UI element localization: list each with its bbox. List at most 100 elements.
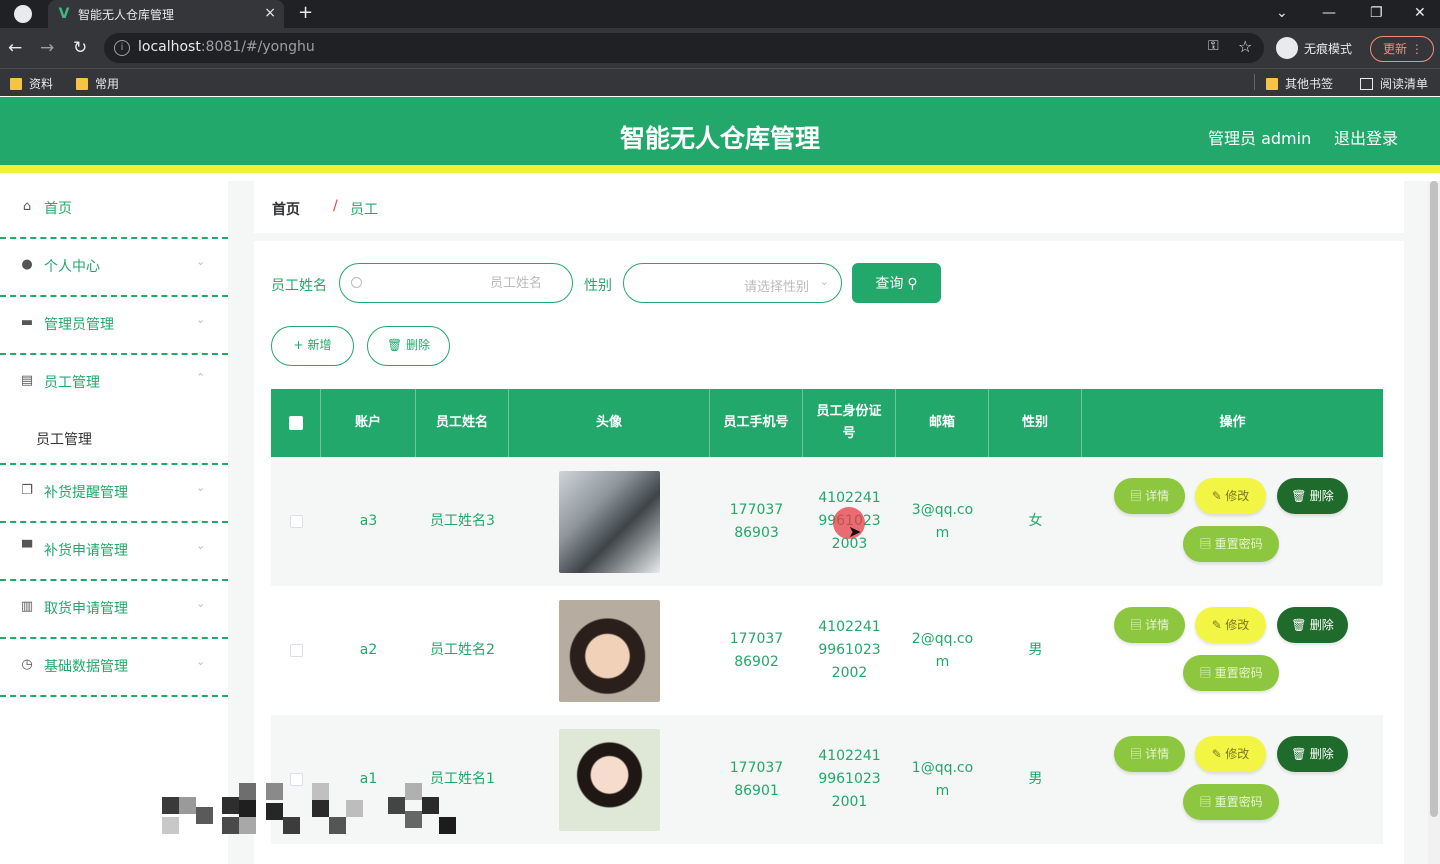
reset-password-button[interactable]: ▤ 重置密码 — [1183, 526, 1279, 562]
copy-icon: ❐ — [21, 483, 33, 498]
table-row: a3 员工姓名3 17703786903 410224199610232003 … — [271, 457, 1383, 586]
gender-cell: 女 — [1028, 513, 1043, 529]
app-header: 智能无人仓库管理 管理员 admin 退出登录 — [0, 97, 1440, 173]
detail-button[interactable]: ▤ 详情 — [1114, 478, 1185, 514]
sidebar-item-home[interactable]: ⌂ 首页 — [0, 181, 228, 239]
edit-button[interactable]: ✎ 修改 — [1195, 607, 1266, 643]
row-checkbox[interactable] — [289, 644, 303, 657]
restore-button[interactable]: ❐ — [1370, 3, 1383, 23]
column-header: 员工姓名 — [416, 389, 509, 457]
edit-button[interactable]: ✎ 修改 — [1195, 736, 1266, 772]
bookmark-folder[interactable]: 资料 — [10, 75, 53, 92]
table-row: a2 员工姓名2 17703786902 410224199610232002 … — [271, 586, 1383, 715]
page-scrollbar[interactable] — [1428, 181, 1440, 864]
folder-icon — [1266, 77, 1278, 90]
browser-tab[interactable]: V 智能无人仓库管理 × — [48, 0, 284, 28]
sidebar-item-admins[interactable]: ▬ 管理员管理 ⌄ — [0, 297, 228, 355]
breadcrumb-home[interactable]: 首页 — [272, 199, 300, 219]
new-tab-button[interactable]: + — [298, 3, 313, 23]
trash-icon: 🗑 — [386, 338, 403, 352]
delete-button[interactable]: 🗑 删除 — [1277, 607, 1348, 643]
batch-delete-button[interactable]: 🗑 删除 — [367, 326, 450, 366]
delete-button[interactable]: 🗑 删除 — [1277, 478, 1348, 514]
address-bar[interactable]: i localhost:8081/#/yonghu ⚿ ☆ — [104, 33, 1264, 63]
row-checkbox[interactable] — [289, 515, 303, 528]
email-cell: 2@qq.com — [911, 630, 974, 670]
forward-icon[interactable]: → — [40, 38, 54, 58]
site-info-icon[interactable]: i — [114, 40, 130, 56]
email-cell: 3@qq.com — [911, 501, 974, 541]
folder-icon — [76, 77, 88, 90]
chart-icon: ▥ — [20, 599, 34, 614]
avatar — [559, 728, 660, 831]
bookmark-divider — [1254, 74, 1255, 90]
bookmarks-bar: 资料 常用 其他书签 阅读清单 — [0, 68, 1440, 96]
mouse-cursor-icon: ➤ — [848, 522, 862, 541]
sidebar-subitem-employee-manage[interactable]: 员工管理 — [0, 411, 228, 461]
password-key-icon[interactable]: ⚿ — [1208, 38, 1219, 54]
query-button[interactable]: 查询 ⚲ — [852, 263, 941, 303]
chevron-up-icon: ⌃ — [196, 371, 206, 384]
breadcrumb-current: 员工 — [350, 202, 378, 218]
name-search-input[interactable] — [339, 263, 573, 303]
breadcrumb: 首页 / 员工 — [254, 181, 1404, 233]
reading-list[interactable]: 阅读清单 — [1360, 75, 1428, 92]
edit-button[interactable]: ✎ 修改 — [1195, 478, 1266, 514]
scrollbar-thumb[interactable] — [1430, 181, 1438, 817]
column-header: 员工身份证号 — [803, 389, 896, 457]
detail-button[interactable]: ▤ 详情 — [1114, 736, 1185, 772]
sidebar-item-restock-request[interactable]: ▀ 补货申请管理 ⌄ — [0, 523, 228, 581]
reload-icon[interactable]: ↻ — [73, 38, 87, 58]
browser-toolbar: ← → ↻ i localhost:8081/#/yonghu ⚿ ☆ 无痕模式… — [0, 28, 1440, 68]
plus-icon: + — [293, 338, 304, 352]
chevron-down-icon: ⌄ — [196, 655, 206, 668]
incognito-indicator: 无痕模式 — [1276, 36, 1352, 60]
sidebar-item-pickup-request[interactable]: ▥ 取货申请管理 ⌄ — [0, 581, 228, 639]
chevron-down-icon: ⌄ — [196, 539, 206, 552]
reset-password-button[interactable]: ▤ 重置密码 — [1183, 655, 1279, 691]
avatar — [559, 599, 660, 702]
briefcase-icon: ▬ — [20, 315, 34, 330]
home-icon: ⌂ — [22, 199, 32, 214]
clipboard-icon: ▤ — [20, 373, 34, 388]
url-text: localhost:8081/#/yonghu — [138, 39, 315, 55]
table-header: 账户 员工姓名 头像 员工手机号 员工身份证号 邮箱 性别 操作 — [271, 389, 1383, 457]
detail-button[interactable]: ▤ 详情 — [1114, 607, 1185, 643]
search-icon — [351, 277, 362, 288]
bookmark-star-icon[interactable]: ☆ — [1238, 37, 1252, 56]
tab-search-icon[interactable]: ⌄ — [1276, 3, 1288, 23]
phone-cell: 17703786903 — [729, 501, 784, 541]
bookmark-folder[interactable]: 其他书签 — [1266, 75, 1333, 92]
close-window-button[interactable]: ✕ — [1414, 3, 1426, 23]
logout-link[interactable]: 退出登录 — [1334, 125, 1398, 149]
column-header: 员工手机号 — [710, 389, 803, 457]
vue-favicon-icon: V — [58, 6, 70, 22]
sidebar-item-base-data[interactable]: ◷ 基础数据管理 ⌄ — [0, 639, 228, 697]
delete-button[interactable]: 🗑 删除 — [1277, 736, 1348, 772]
sidebar-item-personal[interactable]: ● 个人中心 ⌄ — [0, 239, 228, 297]
name-cell: 员工姓名2 — [430, 642, 495, 658]
pixelated-watermark — [162, 783, 464, 841]
id-card-cell: 410224199610232001 — [818, 748, 881, 810]
bookmark-folder[interactable]: 常用 — [76, 75, 119, 92]
user-icon: ● — [21, 257, 33, 272]
minimize-button[interactable]: — — [1322, 3, 1336, 23]
reset-password-button[interactable]: ▤ 重置密码 — [1183, 784, 1279, 820]
select-all-checkbox[interactable] — [288, 416, 303, 430]
phone-cell: 17703786901 — [729, 759, 784, 799]
add-button[interactable]: + 新增 — [271, 326, 354, 366]
chevron-down-icon: ⌄ — [196, 313, 206, 326]
content-panel: 员工姓名 性别 请选择性别 ⌄ 查询 ⚲ + 新增 🗑 删除 账户 员工姓名 头… — [254, 241, 1404, 864]
browser-tabbar: V 智能无人仓库管理 × + ⌄ — ❐ ✕ — [0, 0, 1440, 28]
name-cell: 员工姓名3 — [430, 513, 495, 529]
gender-cell: 男 — [1028, 771, 1043, 787]
tab-close-icon[interactable]: × — [264, 5, 276, 21]
breadcrumb-separator: / — [333, 198, 338, 214]
column-header: 性别 — [989, 389, 1082, 457]
chevron-down-icon: ⌄ — [819, 275, 829, 288]
gender-cell: 男 — [1028, 642, 1043, 658]
sidebar-item-restock-reminder[interactable]: ❐ 补货提醒管理 ⌄ — [0, 465, 228, 523]
gender-select[interactable]: 请选择性别 ⌄ — [623, 263, 842, 303]
update-button[interactable]: 更新 ⋮ — [1370, 36, 1434, 62]
back-icon[interactable]: ← — [8, 38, 22, 58]
